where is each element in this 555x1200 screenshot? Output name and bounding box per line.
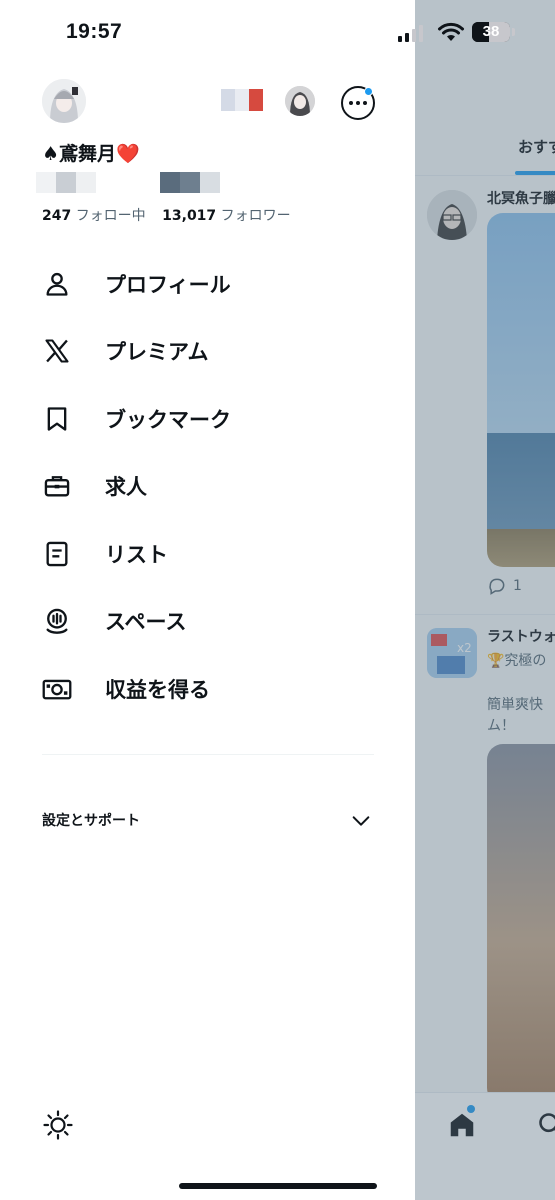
- menu-item-label: リスト: [105, 542, 168, 567]
- following-count[interactable]: 247: [42, 208, 71, 224]
- followers-label[interactable]: フォロワー: [221, 208, 291, 224]
- background-timeline: おすす 北冥魚子臘 1 x2 ラストウォ 🏆究極の 簡単爽快 ム！: [415, 0, 555, 1200]
- drawer-menu: プロフィール プレミアム ブックマーク 求人 リスト スペース 収益を得る: [42, 250, 382, 723]
- dim-overlay[interactable]: [415, 0, 555, 1200]
- money-icon: [42, 674, 72, 704]
- menu-item-profile[interactable]: プロフィール: [42, 250, 382, 318]
- menu-item-label: プレミアム: [105, 340, 209, 365]
- wifi-icon: [438, 22, 464, 41]
- cellular-signal-icon: [398, 24, 423, 42]
- bookmark-icon: [42, 404, 72, 434]
- battery-tip: [512, 28, 515, 36]
- menu-item-label: 求人: [105, 475, 147, 500]
- menu-item-label: プロフィール: [105, 272, 231, 297]
- account-switcher-thumbnail[interactable]: [221, 89, 263, 111]
- dot: [349, 101, 353, 105]
- person-icon: [42, 269, 72, 299]
- menu-item-label: 収益を得る: [105, 677, 210, 702]
- menu-item-monetization[interactable]: 収益を得る: [42, 655, 382, 723]
- account-switcher-avatar[interactable]: [285, 86, 315, 116]
- list-icon: [42, 539, 72, 569]
- menu-item-lists[interactable]: リスト: [42, 520, 382, 588]
- home-indicator[interactable]: [179, 1183, 377, 1189]
- x-logo-icon: [42, 336, 72, 366]
- display-name[interactable]: ♠鳶舞月❤️: [42, 139, 140, 166]
- briefcase-icon: [42, 471, 72, 501]
- menu-item-jobs[interactable]: 求人: [42, 453, 382, 521]
- settings-and-support-toggle[interactable]: 設定とサポート: [42, 808, 374, 834]
- settings-label: 設定とサポート: [42, 813, 140, 829]
- notification-dot: [364, 87, 373, 96]
- side-drawer: ♠鳶舞月❤️ 247 フォロー中 13,017 フォロワー プロフィール プレミ…: [0, 0, 415, 1200]
- menu-item-label: スペース: [105, 610, 187, 635]
- menu-item-spaces[interactable]: スペース: [42, 588, 382, 656]
- following-label[interactable]: フォロー中: [76, 208, 146, 224]
- followers-count[interactable]: 13,017: [162, 208, 216, 224]
- theme-toggle-icon[interactable]: [42, 1109, 74, 1141]
- handle-redacted: [160, 172, 220, 193]
- divider: [42, 754, 374, 755]
- status-time: 19:57: [66, 20, 123, 43]
- chevron-down-icon: [352, 816, 370, 826]
- menu-item-premium[interactable]: プレミアム: [42, 318, 382, 386]
- profile-avatar[interactable]: [42, 79, 86, 123]
- menu-item-bookmarks[interactable]: ブックマーク: [42, 385, 382, 453]
- status-bar: 19:57 38: [0, 0, 555, 64]
- handle-redacted: [36, 172, 96, 193]
- battery-percentage: 38: [482, 23, 500, 40]
- dot: [356, 101, 360, 105]
- dot: [363, 101, 367, 105]
- menu-item-label: ブックマーク: [105, 407, 231, 432]
- spaces-mic-icon: [42, 606, 72, 636]
- follow-stats: 247 フォロー中 13,017 フォロワー: [42, 205, 303, 225]
- battery-icon: 38: [472, 22, 510, 42]
